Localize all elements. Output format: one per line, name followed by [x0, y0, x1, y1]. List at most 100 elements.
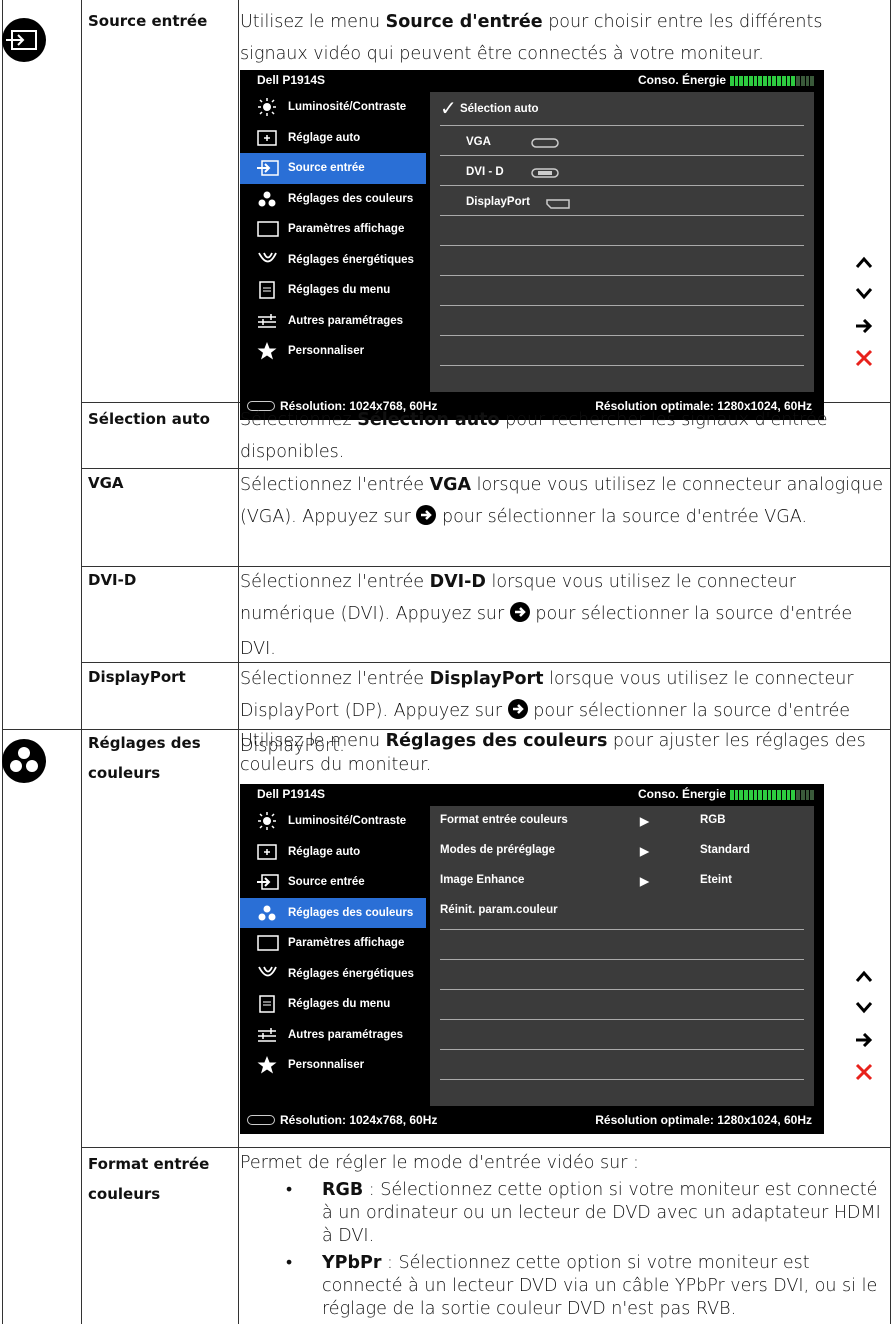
color-settings-icon: [2, 739, 46, 783]
right-circle-arrow-icon: [509, 601, 530, 633]
osd-menu: Luminosité/Contraste Réglage auto Source e…: [240, 806, 426, 1081]
dvi-connector-icon: [531, 168, 559, 178]
option-auto: ✓ Sélection auto: [440, 98, 539, 120]
osd-menu-item: Réglages des couleurs: [240, 897, 426, 928]
osd-menu-label: Réglages des couleurs: [288, 906, 414, 919]
option-color-reset: Réinit. param.couleur: [440, 904, 558, 916]
osd-menu-label: Source entrée: [288, 162, 365, 175]
arrow-right-icon: ▶: [640, 876, 649, 888]
osd-panel: Format entrée couleurs ▶ RGB Modes de pr…: [430, 806, 814, 1106]
osd-menu-item: Réglages énergétiques: [240, 959, 426, 990]
option-image-enhance: Image Enhance: [440, 874, 525, 886]
option-preset-modes: Modes de préréglage: [440, 844, 556, 856]
osd-menu-label: Réglages énergétiques: [288, 253, 414, 266]
row-label-dvi: DVI-D: [88, 571, 137, 589]
option-preset-modes-value: Standard: [700, 844, 750, 856]
nav-buttons: [850, 246, 878, 374]
arrow-right-icon: ▶: [640, 846, 649, 858]
arrow-right-icon: ▶: [640, 816, 649, 828]
osd-menu-item: Réglages du menu: [240, 989, 426, 1020]
option-color-format-value: RGB: [700, 814, 726, 826]
row-desc-auto: Sélectionnez Sélection auto pour recherc…: [240, 410, 828, 462]
osd-menu-label: Autres paramétrages: [288, 314, 404, 327]
osd-menu-item: Réglages des couleurs: [240, 184, 426, 215]
row-desc-dvi: Sélectionnez l'entrée DVI-D lorsque vous…: [240, 572, 853, 659]
table-border-left: [2, 0, 3, 1324]
energy-icon: [256, 964, 288, 984]
other-settings-icon: [256, 311, 288, 331]
osd-energy-label: Conso. Énergie: [637, 787, 726, 801]
up-arrow-icon: [850, 246, 878, 278]
format-options-list: RGB : Sélectionnez cette option si votre…: [240, 1179, 885, 1321]
brightness-icon: [256, 97, 288, 117]
other-settings-icon: [256, 1025, 288, 1045]
osd-menu-item: Personnaliser: [240, 336, 426, 367]
list-item: RGB : Sélectionnez cette option si votre…: [286, 1179, 885, 1248]
menu-settings-icon: [256, 994, 288, 1014]
row-label-source: Source entrée: [88, 12, 208, 30]
menu-settings-icon: [256, 280, 288, 300]
row-label-format: Format entrée couleurs: [88, 1155, 210, 1203]
osd-menu-item: Luminosité/Contraste: [240, 806, 426, 837]
osd-menu-item: Paramètres affichage: [240, 928, 426, 959]
exit-x-icon: [850, 342, 878, 374]
osd-header: Dell P1914S Conso. Énergie: [240, 70, 824, 92]
osd-footer: Résolution: 1024x768, 60Hz Résolution op…: [240, 1106, 824, 1134]
auto-adjust-icon: [256, 842, 288, 862]
osd-menu-label: Paramètres affichage: [288, 937, 405, 950]
up-arrow-icon: [850, 960, 878, 992]
osd-header: Dell P1914S Conso. Énergie: [240, 784, 824, 806]
osd-model: Dell P1914S: [257, 787, 326, 801]
row-desc-vga: Sélectionnez l'entrée VGA lorsque vous u…: [240, 469, 885, 536]
down-arrow-icon: [850, 278, 878, 310]
osd-menu-label: Réglage auto: [288, 131, 361, 144]
right-arrow-icon: [850, 310, 878, 342]
list-item: YPbPr : Sélectionnez cette option si vot…: [286, 1252, 885, 1321]
osd-panel: ✓ Sélection auto VGA DVI - D DisplayPort: [430, 92, 814, 392]
option-displayport: DisplayPort: [466, 196, 530, 208]
right-arrow-icon: [850, 1024, 878, 1056]
display-settings-icon: [256, 933, 288, 953]
vga-connector-icon: [247, 1115, 275, 1125]
exit-x-icon: [850, 1056, 878, 1088]
vga-connector-icon: [531, 138, 559, 148]
row-label-vga: VGA: [88, 474, 124, 492]
osd-menu-item: Autres paramétrages: [240, 1020, 426, 1051]
energy-meter: [730, 790, 814, 800]
star-icon: [256, 1055, 288, 1075]
osd-menu-label: Luminosité/Contraste: [288, 815, 407, 828]
right-circle-arrow-icon: [507, 698, 528, 730]
displayport-connector-icon: [546, 199, 570, 209]
osd-menu-item: Réglages du menu: [240, 275, 426, 306]
row-desc-source: Utilisez le menu Source d'entrée pour ch…: [240, 12, 823, 64]
osd-menu-item: Source entrée: [240, 153, 426, 184]
star-icon: [256, 341, 288, 361]
option-image-enhance-value: Eteint: [700, 874, 732, 886]
osd-menu: Luminosité/Contraste Réglage auto Source e…: [240, 92, 426, 367]
brightness-icon: [256, 811, 288, 831]
osd-menu-item: Paramètres affichage: [240, 214, 426, 245]
osd-menu-label: Autres paramétrages: [288, 1028, 404, 1041]
osd-menu-item: Autres paramétrages: [240, 306, 426, 337]
option-color-format: Format entrée couleurs: [440, 814, 568, 826]
right-circle-arrow-icon: [416, 504, 437, 536]
osd-menu-label: Réglages du menu: [288, 998, 391, 1011]
color-settings-icon: [256, 903, 288, 923]
auto-adjust-icon: [256, 128, 288, 148]
osd-menu-item: Luminosité/Contraste: [240, 92, 426, 123]
osd-screenshot-color: Dell P1914S Conso. Énergie Luminosité/Co…: [240, 784, 824, 1134]
display-settings-icon: [256, 219, 288, 239]
osd-menu-label: Réglages du menu: [288, 284, 391, 297]
input-source-icon: [2, 18, 46, 62]
input-source-icon: [256, 872, 288, 892]
osd-menu-item: Réglage auto: [240, 837, 426, 868]
osd-model: Dell P1914S: [257, 73, 326, 87]
row-desc-format: Permet de régler le mode d'entrée vidéo …: [240, 1151, 885, 1321]
osd-menu-label: Personnaliser: [288, 1059, 365, 1072]
checkmark-icon: ✓: [440, 98, 457, 120]
down-arrow-icon: [850, 992, 878, 1024]
row-desc-color: Utilisez le menu Réglages des couleurs p…: [240, 731, 866, 775]
osd-menu-label: Réglages des couleurs: [288, 192, 414, 205]
osd-menu-item: Source entrée: [240, 867, 426, 898]
color-settings-icon: [256, 189, 288, 209]
